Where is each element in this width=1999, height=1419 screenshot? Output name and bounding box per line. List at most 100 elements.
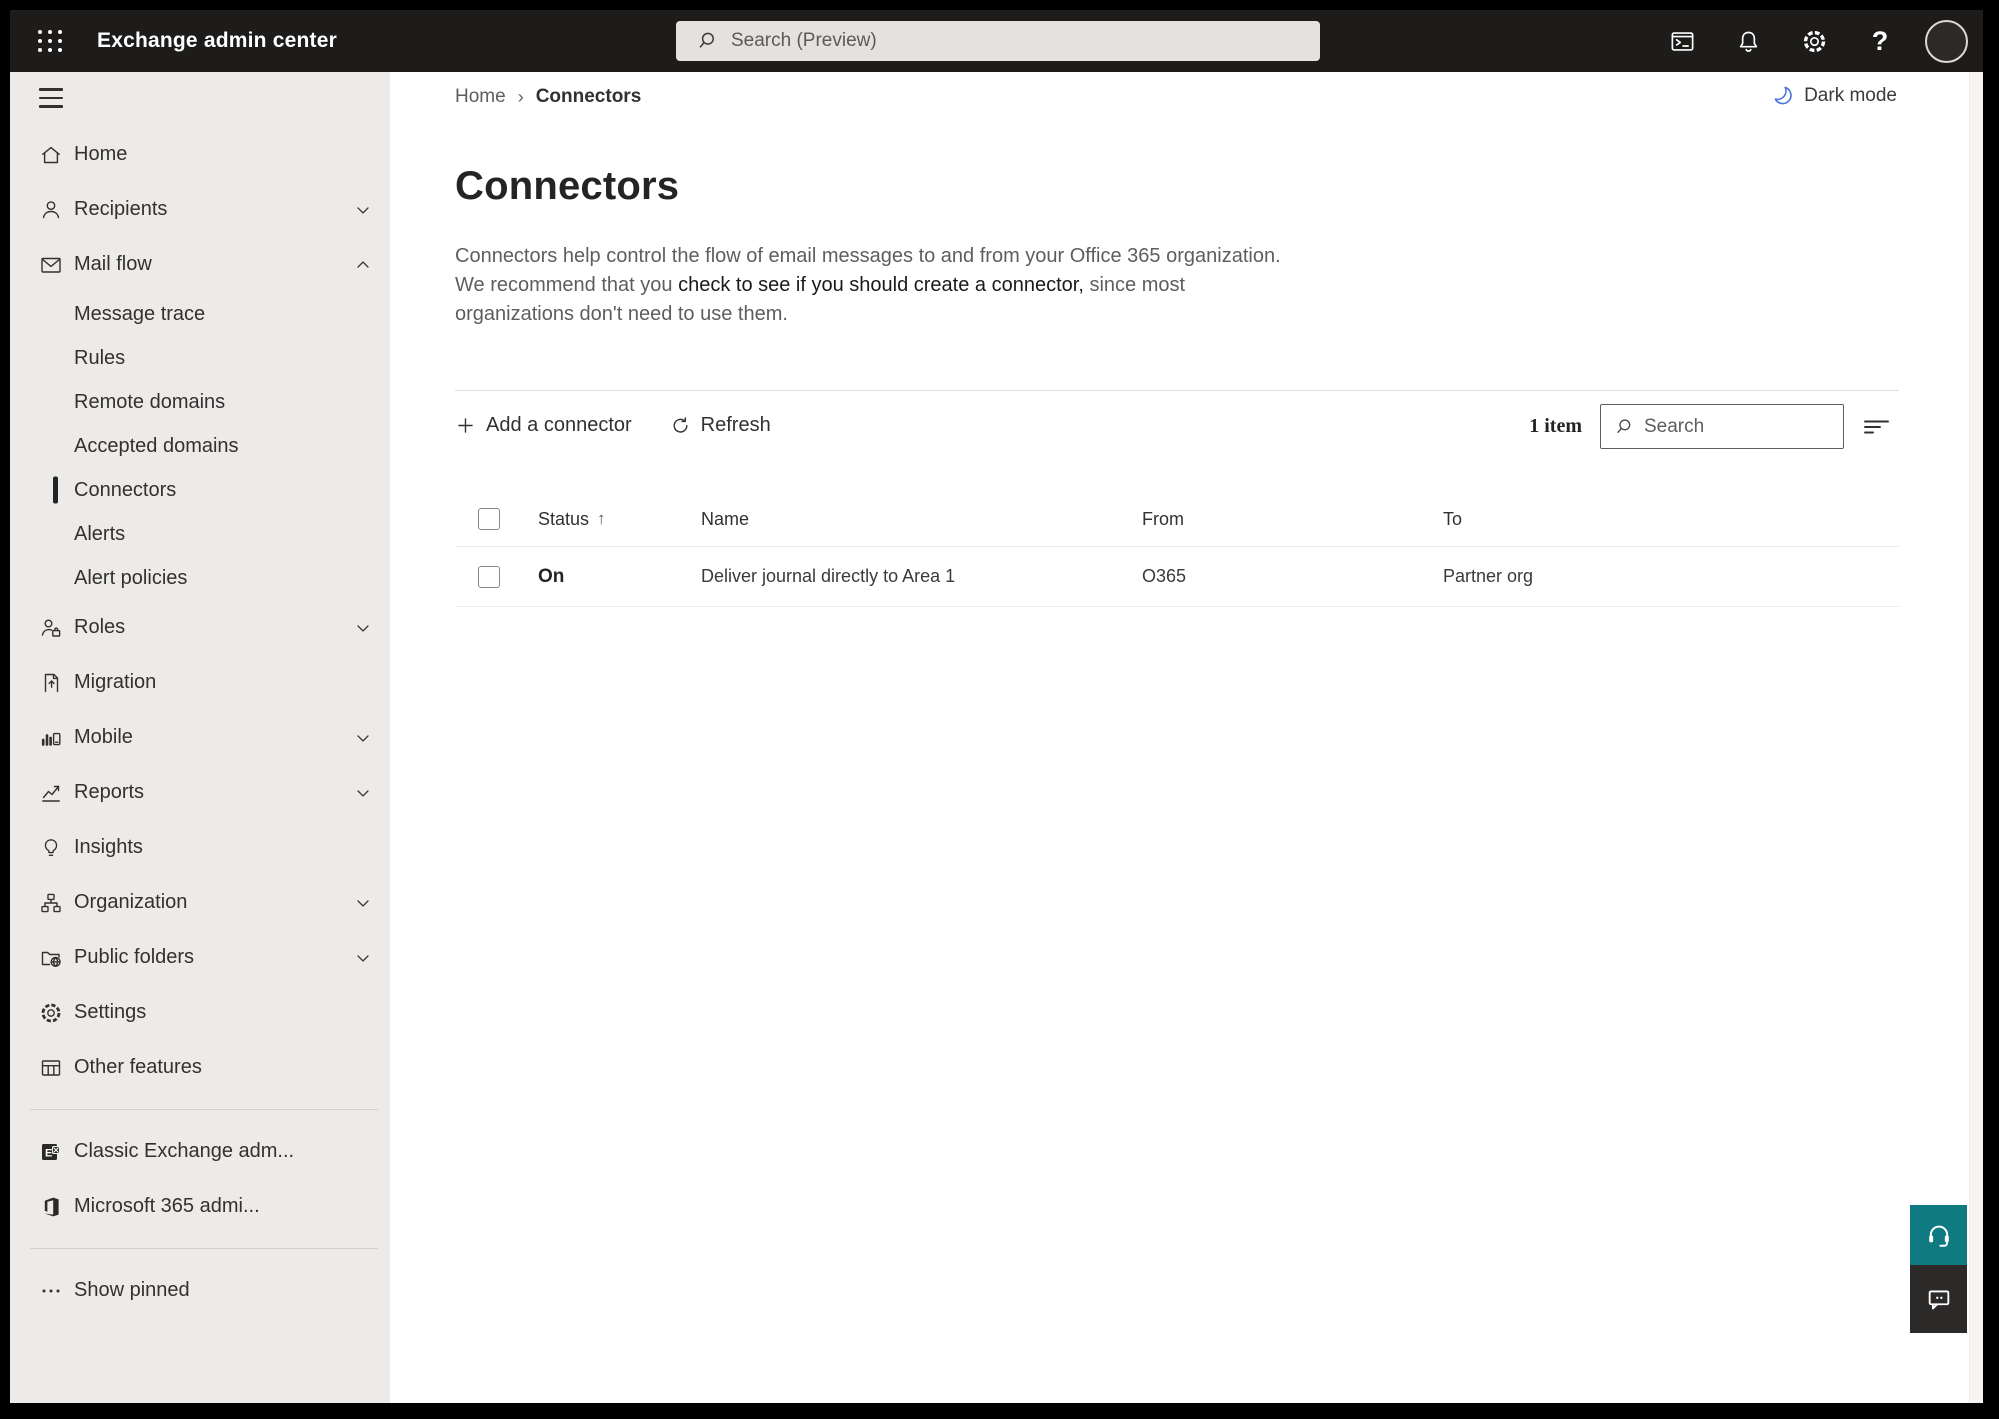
sidebar-item-settings[interactable]: Settings [10, 985, 390, 1040]
select-all-checkbox[interactable] [478, 508, 500, 530]
sidebar-item-label: Microsoft 365 admi... [74, 1195, 260, 1217]
sidebar-item-connectors[interactable]: Connectors [10, 468, 390, 512]
sidebar-item-recipients[interactable]: Recipients [10, 182, 390, 237]
sidebar-item-label: Remote domains [74, 390, 226, 413]
sidebar-item-roles[interactable]: Roles [10, 600, 390, 655]
help-support-button[interactable] [1910, 1205, 1967, 1265]
chevron-down-icon[interactable] [353, 618, 373, 638]
sidebar-item-show-pinned[interactable]: Show pinned [10, 1263, 390, 1318]
sidebar-item-label: Message trace [74, 302, 206, 325]
headset-icon [1925, 1221, 1953, 1249]
cell-to: Partner org [1443, 566, 1534, 586]
add-connector-label: Add a connector [486, 413, 632, 436]
connectors-table: Status ↑ Name From To On Deliver journal… [455, 492, 1899, 607]
list-search-input[interactable] [1644, 415, 1814, 438]
cell-from: O365 [1142, 566, 1187, 586]
plus-icon [455, 415, 476, 436]
sidebar-item-public-folders[interactable]: Public folders [10, 930, 390, 985]
account-avatar[interactable] [1913, 10, 1979, 72]
sidebar-item-label: Show pinned [74, 1279, 190, 1301]
sidebar-item-label: Connectors [74, 478, 177, 501]
help-icon[interactable]: ? [1847, 10, 1913, 72]
sidebar-item-home[interactable]: Home [10, 127, 390, 182]
settings-gear-icon[interactable] [1781, 10, 1847, 72]
sidebar-item-label: Migration [74, 671, 157, 693]
table-row[interactable]: On Deliver journal directly to Area 1 O3… [455, 547, 1899, 607]
page-description: Connectors help control the flow of emai… [455, 242, 1300, 329]
feedback-chat-icon [1925, 1285, 1953, 1313]
column-header-status[interactable]: Status ↑ [538, 509, 701, 530]
global-search-box[interactable] [676, 21, 1320, 61]
reports-chart-icon [39, 781, 63, 805]
sidebar-item-label: Recipients [74, 198, 168, 220]
sidebar-item-migration[interactable]: Migration [10, 655, 390, 710]
feedback-button[interactable] [1910, 1265, 1967, 1333]
vertical-scrollbar[interactable] [1969, 72, 1983, 1403]
sidebar-item-other-features[interactable]: Other features [10, 1040, 390, 1095]
sidebar-item-message-trace[interactable]: Message trace [10, 292, 390, 336]
powershell-terminal-icon[interactable] [1649, 10, 1715, 72]
screen: Exchange admin center Search (Preview) ?… [0, 0, 1999, 1419]
sidebar-item-reports[interactable]: Reports [10, 765, 390, 820]
chevron-down-icon[interactable] [353, 893, 373, 913]
migration-document-icon [39, 671, 63, 695]
dark-mode-toggle[interactable]: Dark mode [1771, 84, 1897, 107]
sidebar-item-organization[interactable]: Organization [10, 875, 390, 930]
sidebar-item-alert-policies[interactable]: Alert policies [10, 556, 390, 600]
sidebar-item-remote-domains[interactable]: Remote domains [10, 380, 390, 424]
sidebar-item-accepted-domains[interactable]: Accepted domains [10, 424, 390, 468]
sidebar-item-classic-exchange-admin[interactable]: E Classic Exchange adm... [10, 1124, 390, 1179]
cell-status: On [538, 565, 565, 587]
lightbulb-icon [39, 836, 63, 860]
sidebar-item-insights[interactable]: Insights [10, 820, 390, 875]
cell-name[interactable]: Deliver journal directly to Area 1 [701, 566, 1142, 587]
app-title: Exchange admin center [97, 29, 337, 52]
page-title: Connectors [455, 164, 680, 208]
breadcrumb-home-link[interactable]: Home [455, 86, 506, 108]
add-connector-button[interactable]: Add a connector [455, 414, 632, 437]
sidebar-item-label: Settings [74, 1001, 147, 1023]
create-connector-check-link[interactable]: check to see if you should create a conn… [678, 274, 1084, 296]
main-content: Home › Connectors Dark mode Connectors C… [390, 72, 1969, 1403]
refresh-icon [670, 415, 691, 436]
sidebar-item-alerts[interactable]: Alerts [10, 512, 390, 556]
person-icon [39, 198, 63, 222]
sidebar-item-label: Mobile [74, 726, 133, 748]
chevron-up-icon[interactable] [353, 255, 373, 275]
header-checkbox-cell [455, 508, 538, 530]
app-launcher-icon[interactable] [37, 28, 63, 54]
content-divider [455, 390, 1899, 391]
global-search-input[interactable] [731, 30, 1271, 52]
breadcrumb: Home › Connectors [455, 86, 641, 108]
nav-divider [30, 1248, 378, 1249]
notifications-bell-icon[interactable] [1715, 10, 1781, 72]
sidebar-item-label: Rules [74, 346, 126, 369]
chevron-down-icon[interactable] [353, 948, 373, 968]
classic-exchange-logo-icon: E [39, 1140, 63, 1164]
sidebar-item-label: Classic Exchange adm... [74, 1140, 295, 1162]
nav-divider [30, 1109, 378, 1110]
sidebar-item-mail-flow[interactable]: Mail flow [10, 237, 390, 292]
table-header-row: Status ↑ Name From To [455, 492, 1899, 547]
collapse-nav-hamburger-icon[interactable] [10, 72, 390, 124]
sidebar-item-mobile[interactable]: Mobile [10, 710, 390, 765]
sidebar-item-label: Roles [74, 616, 126, 638]
column-header-name[interactable]: Name [701, 509, 1142, 530]
refresh-button[interactable]: Refresh [670, 414, 771, 437]
sidebar-item-rules[interactable]: Rules [10, 336, 390, 380]
chevron-down-icon[interactable] [353, 200, 373, 220]
chevron-down-icon[interactable] [353, 728, 373, 748]
breadcrumb-separator: › [517, 86, 524, 107]
gear-icon [39, 1001, 63, 1025]
list-tools: 1 item [1529, 404, 1890, 449]
column-header-from[interactable]: From [1142, 509, 1443, 530]
sidebar-item-microsoft-365-admin[interactable]: Microsoft 365 admi... [10, 1179, 390, 1234]
column-header-to[interactable]: To [1443, 509, 1899, 530]
ellipsis-icon [39, 1279, 63, 1303]
app-body: Home Recipients Mail flow Message trace … [10, 72, 1983, 1403]
chevron-down-icon[interactable] [353, 783, 373, 803]
list-search-box[interactable] [1600, 404, 1844, 449]
row-checkbox[interactable] [478, 565, 500, 588]
filter-lines-icon[interactable] [1862, 414, 1890, 440]
row-checkbox-cell [455, 565, 538, 588]
